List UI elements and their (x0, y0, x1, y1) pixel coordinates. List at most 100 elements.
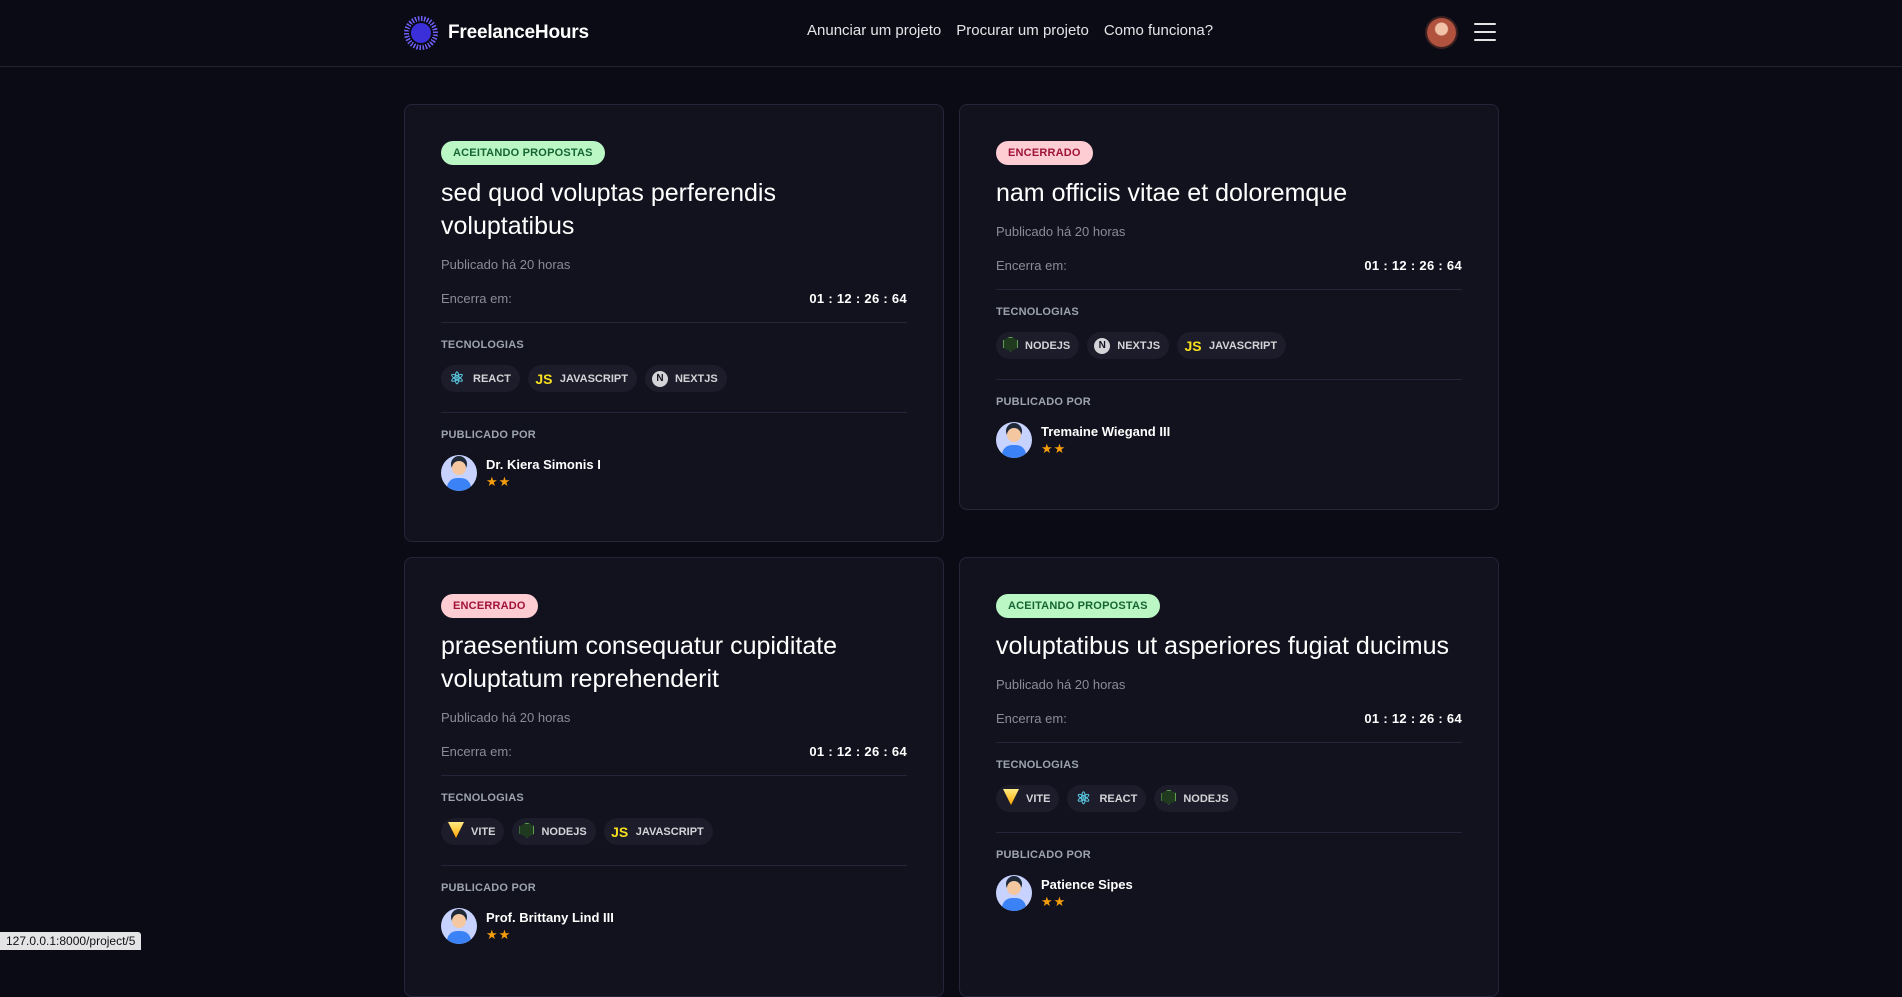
author-name[interactable]: Dr. Kiera Simonis I (486, 457, 601, 472)
nodejs-icon (1161, 790, 1176, 808)
ends-label: Encerra em: (996, 258, 1067, 273)
project-card[interactable]: ACEITANDO PROPOSTAS sed quod voluptas pe… (404, 104, 944, 542)
nav-link-announce-project[interactable]: Anunciar um projeto (807, 22, 941, 39)
ends-label: Encerra em: (996, 711, 1067, 726)
project-title[interactable]: nam officiis vitae et doloremque (996, 177, 1462, 210)
countdown-timer: 01 : 12 : 26 : 64 (1364, 711, 1462, 726)
published-by-label: PUBLICADO POR (996, 849, 1462, 861)
nextjs-icon: N (652, 371, 668, 387)
published-by-label: PUBLICADO POR (441, 429, 907, 441)
ends-row: Encerra em: 01 : 12 : 26 : 64 (996, 258, 1462, 290)
react-icon: ⚛ (1074, 790, 1092, 808)
author-name[interactable]: Tremaine Wiegand III (1041, 424, 1170, 439)
nav-link-how-it-works[interactable]: Como funciona? (1104, 22, 1213, 39)
tech-label: JAVASCRIPT (636, 826, 704, 838)
author-name[interactable]: Patience Sipes (1041, 877, 1133, 892)
ends-row: Encerra em: 01 : 12 : 26 : 64 (441, 291, 907, 323)
tech-badge: NODEJS (996, 332, 1079, 359)
countdown-timer: 01 : 12 : 26 : 64 (1364, 258, 1462, 273)
brand-logo-icon (404, 16, 438, 50)
author-avatar[interactable] (996, 875, 1032, 911)
published-time: Publicado há 20 horas (996, 677, 1462, 692)
tech-badge: VITE (996, 785, 1059, 812)
rating-stars-icon: ★★ (1041, 441, 1170, 457)
published-by-label: PUBLICADO POR (441, 882, 907, 894)
react-icon: ⚛ (448, 370, 466, 388)
tech-badge: JS JAVASCRIPT (528, 365, 637, 392)
javascript-icon: JS (611, 823, 629, 841)
hamburger-menu-icon[interactable] (1474, 23, 1496, 41)
countdown-timer: 01 : 12 : 26 : 64 (809, 744, 907, 759)
javascript-icon: JS (535, 370, 553, 388)
tech-label: REACT (1099, 793, 1137, 805)
ends-label: Encerra em: (441, 744, 512, 759)
technologies-label: TECNOLOGIAS (441, 339, 907, 351)
rating-stars-icon: ★★ (486, 927, 614, 943)
javascript-icon: JS (1184, 337, 1202, 355)
countdown-timer: 01 : 12 : 26 : 64 (809, 291, 907, 306)
tech-label: REACT (473, 373, 511, 385)
tech-badge: N NEXTJS (645, 365, 727, 392)
technologies-label: TECNOLOGIAS (441, 792, 907, 804)
status-badge: ENCERRADO (996, 141, 1093, 165)
tech-badge: JS JAVASCRIPT (604, 818, 713, 845)
tech-badge: NODEJS (1154, 785, 1237, 812)
author-row: Dr. Kiera Simonis I ★★ (441, 455, 907, 527)
nextjs-icon: N (1094, 338, 1110, 354)
published-time: Publicado há 20 horas (441, 257, 907, 272)
vite-icon (448, 822, 464, 841)
nodejs-icon (519, 823, 534, 841)
technologies-list: NODEJS N NEXTJS JS JAVASCRIPT (996, 332, 1462, 380)
ends-label: Encerra em: (441, 291, 512, 306)
tech-badge: ⚛ REACT (441, 365, 520, 392)
tech-label: VITE (1026, 793, 1050, 805)
project-title[interactable]: voluptatibus ut asperiores fugiat ducimu… (996, 630, 1462, 663)
tech-badge: JS JAVASCRIPT (1177, 332, 1286, 359)
rating-stars-icon: ★★ (486, 474, 601, 490)
author-avatar[interactable] (441, 455, 477, 491)
main-nav: Anunciar um projeto Procurar um projeto … (807, 22, 1213, 39)
published-time: Publicado há 20 horas (996, 224, 1462, 239)
project-title[interactable]: sed quod voluptas perferendis voluptatib… (441, 177, 907, 243)
tech-label: VITE (471, 826, 495, 838)
technologies-list: ⚛ REACT JS JAVASCRIPT N NEXTJS (441, 365, 907, 413)
ends-row: Encerra em: 01 : 12 : 26 : 64 (996, 711, 1462, 743)
ends-row: Encerra em: 01 : 12 : 26 : 64 (441, 744, 907, 776)
author-avatar[interactable] (441, 908, 477, 944)
tech-badge: N NEXTJS (1087, 332, 1169, 359)
project-card[interactable]: ACEITANDO PROPOSTAS voluptatibus ut aspe… (959, 557, 1499, 997)
author-row: Tremaine Wiegand III ★★ (996, 422, 1462, 494)
tech-label: NODEJS (1183, 793, 1228, 805)
user-avatar[interactable] (1427, 18, 1456, 47)
link-status-bar: 127.0.0.1:8000/project/5 (0, 932, 141, 950)
nodejs-icon (1003, 337, 1018, 355)
project-title[interactable]: praesentium consequatur cupiditate volup… (441, 630, 907, 696)
brand-name: FreelanceHours (448, 22, 589, 44)
published-by-label: PUBLICADO POR (996, 396, 1462, 408)
tech-label: NODEJS (541, 826, 586, 838)
project-card[interactable]: ENCERRADO nam officiis vitae et doloremq… (959, 104, 1499, 510)
status-badge: ENCERRADO (441, 594, 538, 618)
author-row: Prof. Brittany Lind III ★★ (441, 908, 907, 980)
author-name[interactable]: Prof. Brittany Lind III (486, 910, 614, 925)
technologies-list: VITE NODEJS JS JAVASCRIPT (441, 818, 907, 866)
project-card[interactable]: ENCERRADO praesentium consequatur cupidi… (404, 557, 944, 997)
tech-badge: NODEJS (512, 818, 595, 845)
tech-label: NODEJS (1025, 340, 1070, 352)
status-badge: ACEITANDO PROPOSTAS (996, 594, 1160, 618)
published-time: Publicado há 20 horas (441, 710, 907, 725)
tech-label: NEXTJS (1117, 340, 1160, 352)
rating-stars-icon: ★★ (1041, 894, 1133, 910)
technologies-label: TECNOLOGIAS (996, 306, 1462, 318)
vite-icon (1003, 789, 1019, 808)
technologies-list: VITE ⚛ REACT NODEJS (996, 785, 1462, 833)
tech-badge: ⚛ REACT (1067, 785, 1146, 812)
status-badge: ACEITANDO PROPOSTAS (441, 141, 605, 165)
nav-link-browse-projects[interactable]: Procurar um projeto (956, 22, 1089, 39)
technologies-label: TECNOLOGIAS (996, 759, 1462, 771)
top-navbar: FreelanceHours Anunciar um projeto Procu… (0, 0, 1902, 67)
tech-label: JAVASCRIPT (560, 373, 628, 385)
brand-link[interactable]: FreelanceHours (404, 16, 589, 50)
tech-label: JAVASCRIPT (1209, 340, 1277, 352)
author-avatar[interactable] (996, 422, 1032, 458)
